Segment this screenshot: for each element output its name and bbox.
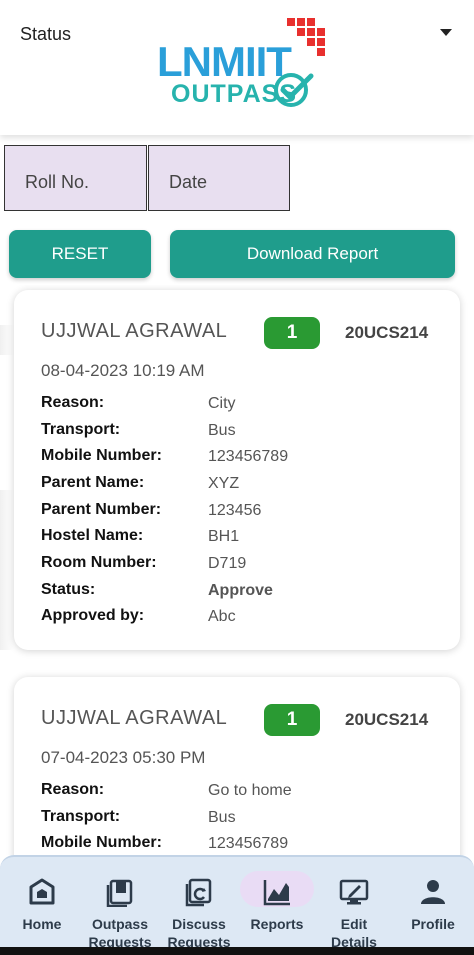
detail-label: Status: [41,581,96,598]
lnmiit-outpass-logo: LNMIIT OUTPASS [155,18,330,118]
dropdown-arrow-icon [440,29,452,36]
detail-label: Reason: [41,394,105,411]
outpass-list[interactable]: UJJWAL AGRAWAL 1 20UCS214 08-04-2023 10:… [0,285,474,855]
detail-row-status: Status: Approve [41,581,441,605]
detail-value: Go to home [208,782,292,799]
logo-check-icon [274,73,314,107]
detail-value: 123456789 [208,835,289,852]
detail-label: Transport: [41,808,121,825]
student-name: UJJWAL AGRAWAL [41,707,228,729]
detail-label: Parent Name: [41,474,145,491]
request-datetime: 07-04-2023 05:30 PM [41,748,206,767]
detail-value: XYZ [208,475,240,492]
outpass-card[interactable]: UJJWAL AGRAWAL 1 20UCS214 08-04-2023 10:… [14,290,460,650]
card-edge-shadow [0,325,14,355]
detail-value: 123456 [208,502,262,519]
nav-label: Profile [411,916,455,932]
reset-button[interactable]: RESET [9,230,151,278]
count-badge: 1 [264,317,320,349]
app-header: LNMIIT OUTPASS [0,0,474,135]
nav-profile[interactable]: Profile [396,857,470,955]
roll-number: 20UCS214 [345,323,429,342]
status-dropdown-label: Status [20,24,72,44]
count-badge: 1 [264,704,320,736]
detail-label: Room Number: [41,554,157,571]
nav-discuss-requests[interactable]: Discuss Requests [160,857,238,955]
nav-edit-details[interactable]: Edit Details [316,857,392,955]
detail-label: Hostel Name: [41,527,144,544]
detail-value: Bus [208,809,236,826]
detail-row-approved-by: Approved by: Abc [41,607,441,631]
detail-row-reason: Reason: City [41,394,441,418]
nav-reports[interactable]: Reports [240,857,314,955]
bottom-navigation: Home Outpass Requests Discuss Requests R… [0,855,474,955]
detail-label: Parent Number: [41,501,162,518]
detail-row-transport: Transport: Bus [41,421,441,445]
date-placeholder: Date [169,172,208,192]
roll-no-filter[interactable]: Roll No. [4,145,147,211]
nav-outpass-requests[interactable]: Outpass Requests [82,857,158,955]
logo-grid-icon [287,18,325,56]
outpass-card[interactable]: UJJWAL AGRAWAL 1 20UCS214 07-04-2023 05:… [14,677,460,855]
detail-value: City [208,395,236,412]
detail-row-parent-number: Parent Number: 123456 [41,501,441,525]
detail-row-mobile: Mobile Number: 123456789 [41,447,441,471]
detail-value: 123456789 [208,448,289,465]
system-bottom-bar [0,947,474,955]
detail-row-parent-name: Parent Name: XYZ [41,474,441,498]
nav-label: Edit Details [331,916,377,950]
reports-chart-icon [263,880,290,906]
detail-row-reason: Reason: Go to home [41,781,441,805]
nav-label: Outpass Requests [88,916,152,950]
nav-label: Reports [250,916,304,932]
status-value: Approve [208,582,273,599]
detail-label: Mobile Number: [41,447,162,464]
edit-monitor-icon [339,879,369,905]
request-datetime: 08-04-2023 10:19 AM [41,361,205,380]
detail-row-transport: Transport: Bus [41,808,441,832]
detail-value: BH1 [208,528,240,545]
profile-icon [421,880,445,904]
outpass-icon [106,879,133,907]
detail-label: Reason: [41,781,105,798]
nav-home[interactable]: Home [5,857,79,955]
home-icon [29,878,55,905]
reports-screen: LNMIIT OUTPASS Roll No. Date Status RESE… [0,0,474,955]
card-edge-shadow [0,490,14,650]
student-name: UJJWAL AGRAWAL [41,320,228,342]
nav-label: Discuss Requests [167,916,231,950]
roll-no-placeholder: Roll No. [25,172,90,192]
detail-value: D719 [208,555,247,572]
detail-row-mobile: Mobile Number: 123456789 [41,834,441,855]
discuss-icon [185,878,212,907]
detail-value: Bus [208,422,236,439]
download-report-button[interactable]: Download Report [170,230,455,278]
roll-number: 20UCS214 [345,710,429,729]
detail-label: Mobile Number: [41,834,162,851]
detail-value: Abc [208,608,236,625]
detail-row-room: Room Number: D719 [41,554,441,578]
nav-label: Home [22,916,62,932]
detail-row-hostel: Hostel Name: BH1 [41,527,441,551]
date-filter[interactable]: Date [148,145,290,211]
detail-label: Approved by: [41,607,145,624]
detail-label: Transport: [41,421,121,438]
